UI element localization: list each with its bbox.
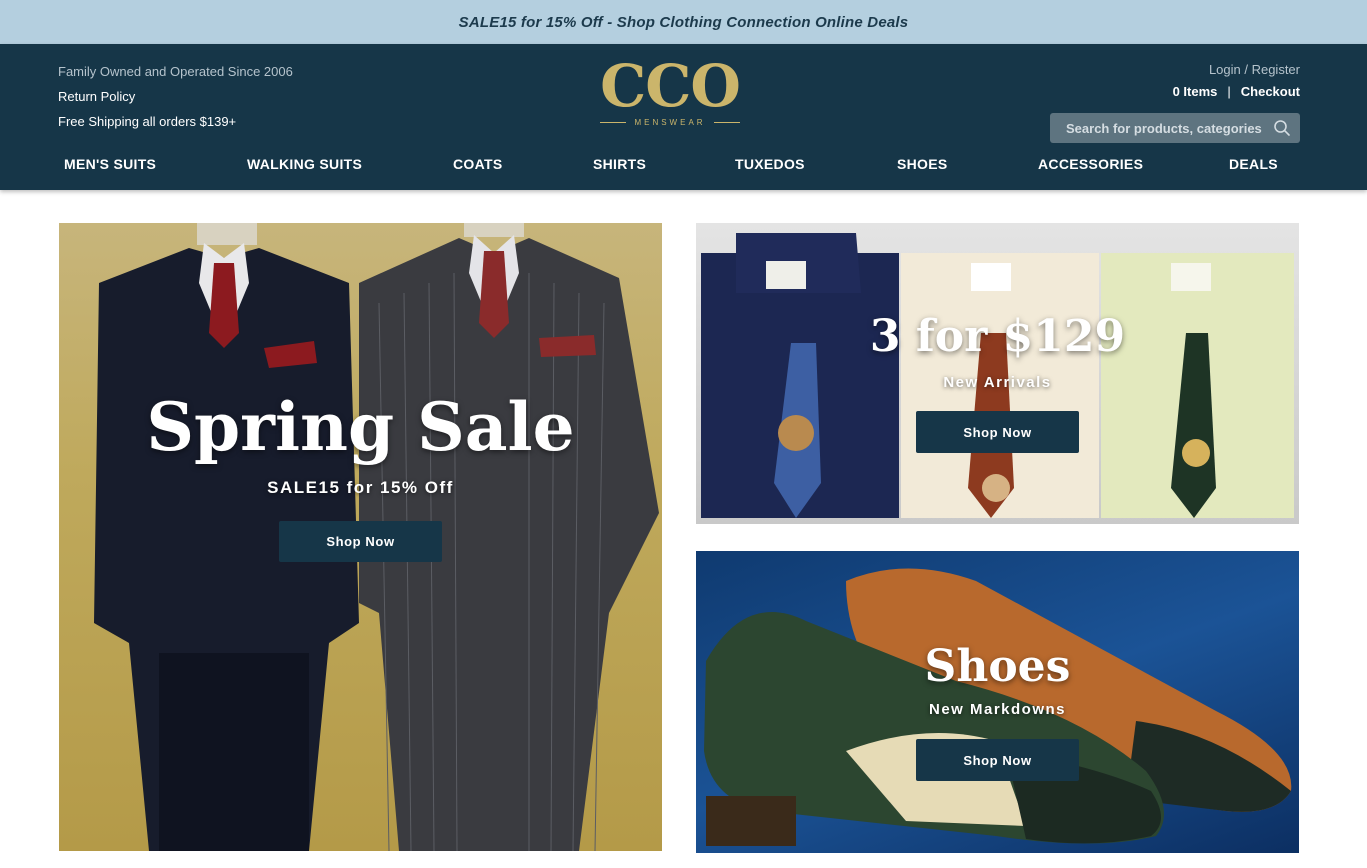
shirts-subtitle: New Arrivals [943,374,1052,391]
logo-sub-text: MENSWEAR [634,118,706,127]
nav-mens-suits[interactable]: MEN'S SUITS [64,156,156,172]
nav-shirts[interactable]: SHIRTS [593,156,646,172]
shoes-subtitle: New Markdowns [928,701,1067,718]
logo-subtitle: MENSWEAR [585,118,755,127]
nav-coats[interactable]: COATS [453,156,502,172]
main-nav: MEN'S SUITS WALKING SUITS COATS SHIRTS T… [0,156,1367,176]
return-policy-link[interactable]: Return Policy [58,89,135,104]
search-box[interactable] [1050,113,1300,143]
hero-shop-now-button[interactable]: Shop Now [279,521,442,562]
nav-walking-suits[interactable]: WALKING SUITS [247,156,362,172]
search-input[interactable] [1066,120,1272,136]
logo-divider-right [713,122,740,123]
shoes-banner[interactable]: Shoes New Markdowns Shop Now [696,551,1299,853]
shoes-title: Shoes [924,641,1071,692]
nav-shoes[interactable]: SHOES [897,156,948,172]
free-shipping-text: Free Shipping all orders $139+ [58,114,237,129]
shoes-shop-now-button[interactable]: Shop Now [916,739,1079,781]
search-icon[interactable] [1272,118,1292,138]
promo-text[interactable]: SALE15 for 15% Off - Shop Clothing Conne… [459,14,909,31]
logo-divider-left [600,122,627,123]
site-header: Family Owned and Operated Since 2006 Ret… [0,44,1367,190]
checkout-link[interactable]: Checkout [1241,84,1300,99]
logo-text: CCO [600,52,741,120]
logo[interactable]: CCO MENSWEAR [585,54,755,134]
nav-deals[interactable]: DEALS [1229,156,1278,172]
shirts-shop-now-button[interactable]: Shop Now [916,411,1079,453]
shirts-title: 3 for $129 [869,311,1126,362]
promo-bar[interactable]: SALE15 for 15% Off - Shop Clothing Conne… [0,0,1367,44]
nav-accessories[interactable]: ACCESSORIES [1038,156,1143,172]
shirts-banner[interactable]: 3 for $129 New Arrivals Shop Now [696,223,1299,524]
login-register-link[interactable]: Login / Register [1209,62,1300,77]
cart-row: 0 Items | Checkout [1173,84,1300,99]
cart-items-link[interactable]: 0 Items [1173,84,1218,99]
spring-sale-banner[interactable]: Spring Sale SALE15 for 15% Off Shop Now [59,223,662,851]
nav-tuxedos[interactable]: TUXEDOS [735,156,805,172]
hero-title: Spring Sale [146,388,575,466]
hero-subtitle: SALE15 for 15% Off [267,478,454,497]
cart-separator: | [1227,84,1231,99]
tagline: Family Owned and Operated Since 2006 [58,64,293,79]
